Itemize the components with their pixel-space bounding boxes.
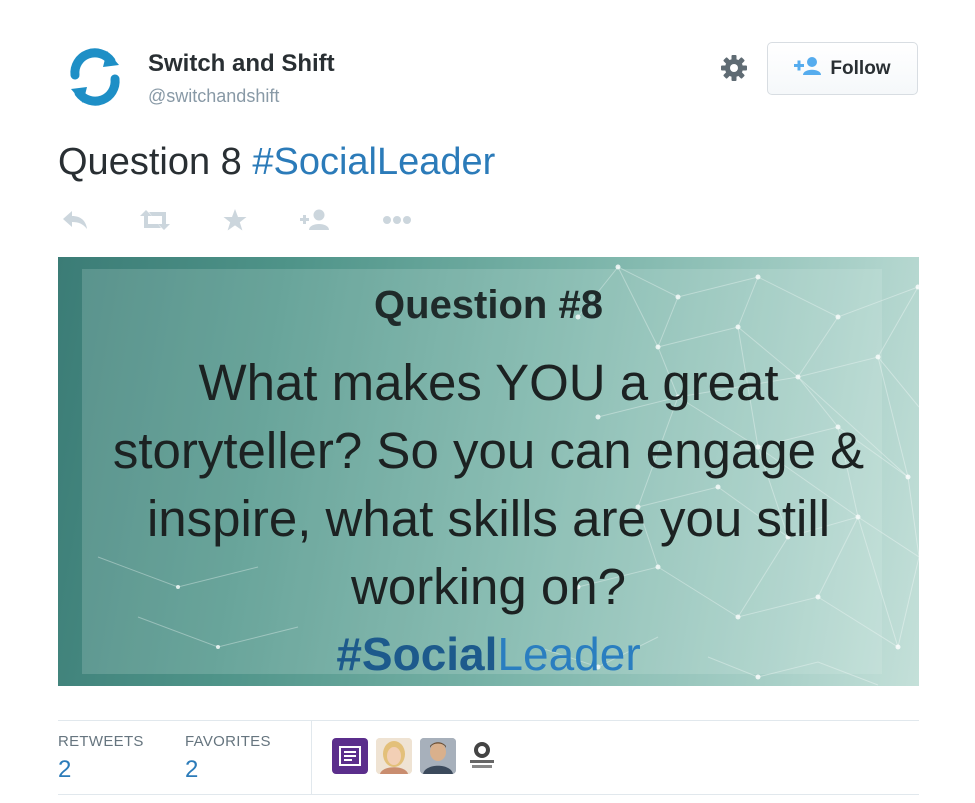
stats-separator <box>311 721 312 794</box>
account-name[interactable]: Switch and Shift <box>148 50 335 78</box>
favoriter-avatar[interactable] <box>420 738 456 774</box>
follow-label: Follow <box>830 57 891 79</box>
stats-divider-bottom <box>58 794 919 795</box>
favorites-label[interactable]: FAVORITES <box>185 733 271 750</box>
follow-button[interactable]: Follow <box>767 42 918 95</box>
favoriter-avatar[interactable] <box>376 738 412 774</box>
media-question-body: What makes YOU a great storyteller? So y… <box>112 354 865 615</box>
favorite-icon[interactable] <box>218 203 252 237</box>
more-icon[interactable] <box>380 203 414 237</box>
follow-person-icon <box>794 56 822 81</box>
media-hashtag-part1: #Social <box>336 628 498 680</box>
favoriter-avatar[interactable] <box>464 738 500 774</box>
tweet-text: Question 8 #SocialLeader <box>58 141 495 184</box>
media-hashtag: #SocialLeader <box>58 627 919 681</box>
tweet-text-main: Question 8 <box>58 141 242 183</box>
retweets-label[interactable]: RETWEETS <box>58 733 144 750</box>
account-handle[interactable]: @switchandshift <box>148 86 279 107</box>
stats-divider-top <box>58 720 919 721</box>
retweets-count[interactable]: 2 <box>58 756 71 784</box>
favoriter-avatar[interactable] <box>332 738 368 774</box>
retweet-icon[interactable] <box>138 203 172 237</box>
media-hashtag-part2: Leader <box>497 628 641 680</box>
gear-icon[interactable] <box>718 52 750 84</box>
tweet-media-image[interactable]: Question #8 What makes YOU a great story… <box>58 257 919 686</box>
account-avatar[interactable] <box>63 45 127 109</box>
reply-icon[interactable] <box>58 203 92 237</box>
media-question-title: Question #8 <box>374 283 603 327</box>
follow-icon[interactable] <box>298 203 332 237</box>
tweet-hashtag-link[interactable]: #SocialLeader <box>252 141 495 183</box>
favorites-count[interactable]: 2 <box>185 756 198 784</box>
